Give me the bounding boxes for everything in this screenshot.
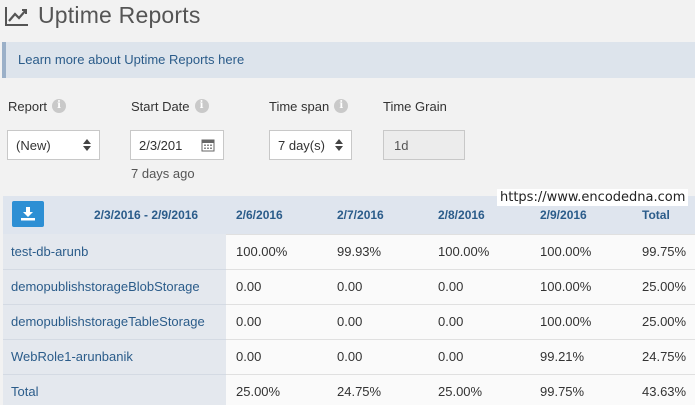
- report-select[interactable]: (New): [7, 130, 100, 160]
- row-name[interactable]: demopublishstorageBlobStorage: [11, 279, 200, 294]
- time-grain-filter: Time Grain: [383, 96, 447, 116]
- page-header: Uptime Reports: [0, 0, 695, 40]
- report-select-value: (New): [16, 138, 51, 153]
- table-cell: 25.00%: [642, 314, 687, 329]
- table-cell: 24.75%: [642, 349, 687, 364]
- time-span-select[interactable]: 7 day(s): [269, 130, 352, 160]
- page-title: Uptime Reports: [38, 2, 201, 28]
- info-icon[interactable]: i: [52, 99, 67, 113]
- table-cell: 99.75%: [642, 244, 687, 259]
- table-row: demopublishstorageBlobStorage 0.00 0.00 …: [3, 269, 695, 304]
- table-row: demopublishstorageTableStorage 0.00 0.00…: [3, 304, 695, 339]
- table-cell: 0.00: [236, 279, 262, 294]
- table-cell: 24.75%: [337, 384, 382, 399]
- start-date-filter: Start Date i: [131, 96, 209, 116]
- start-date-label: Start Date: [131, 98, 190, 114]
- table-cell: 25.00%: [642, 279, 687, 294]
- table-header: 2/3/2016 - 2/9/2016 2/6/2016 2/7/2016 2/…: [3, 189, 695, 234]
- table-cell: 100.00%: [540, 244, 592, 259]
- table-row: WebRole1-arunbanik 0.00 0.00 0.00 99.21%…: [3, 339, 695, 374]
- table-cell: 0.00: [438, 279, 464, 294]
- row-name[interactable]: WebRole1-arunbanik: [11, 349, 133, 364]
- time-grain-field: 1d: [383, 130, 465, 160]
- select-arrows-icon: [335, 139, 343, 151]
- column-header[interactable]: 2/7/2016: [337, 208, 384, 222]
- learn-more-link[interactable]: Learn more about Uptime Reports here: [18, 52, 244, 67]
- column-header[interactable]: 2/6/2016: [236, 208, 283, 222]
- report-filter: Report i: [8, 96, 67, 116]
- column-header[interactable]: 2/9/2016: [540, 208, 587, 222]
- column-header[interactable]: 2/8/2016: [438, 208, 485, 222]
- table-cell: 99.93%: [337, 244, 382, 259]
- date-range-header: 2/3/2016 - 2/9/2016: [94, 208, 199, 222]
- column-header[interactable]: Total: [642, 208, 670, 222]
- report-label: Report: [8, 98, 48, 114]
- uptime-table: 2/3/2016 - 2/9/2016 2/6/2016 2/7/2016 2/…: [3, 189, 695, 405]
- table-cell: 99.21%: [540, 349, 585, 364]
- line-chart-icon: [5, 7, 28, 26]
- time-grain-label: Time Grain: [383, 98, 447, 114]
- table-cell: 100.00%: [540, 279, 592, 294]
- start-date-hint: 7 days ago: [131, 166, 195, 181]
- table-cell: 0.00: [337, 314, 363, 329]
- table-cell: 43.63%: [642, 384, 687, 399]
- table-row-total: Total 25.00% 24.75% 25.00% 99.75% 43.63%: [3, 374, 695, 405]
- table-cell: 99.75%: [540, 384, 585, 399]
- table-cell: 0.00: [337, 279, 363, 294]
- table-cell: 0.00: [438, 349, 464, 364]
- report-filters: Report i (New) Start Date i 2/3/201 7 days…: [0, 96, 695, 192]
- time-span-label: Time span: [269, 98, 330, 114]
- select-arrows-icon: [83, 139, 91, 151]
- table-cell: 0.00: [337, 349, 363, 364]
- table-cell: 100.00%: [540, 314, 592, 329]
- table-cell: 100.00%: [438, 244, 490, 259]
- calendar-icon[interactable]: [201, 138, 215, 152]
- table-row: test-db-arunb 100.00% 99.93% 100.00% 100…: [3, 234, 695, 269]
- table-cell: 100.00%: [236, 244, 288, 259]
- info-banner: Learn more about Uptime Reports here: [2, 42, 695, 78]
- watermark-url: https://www.encodedna.com: [497, 189, 689, 206]
- download-icon: [21, 207, 35, 221]
- table-cell: 25.00%: [438, 384, 483, 399]
- time-grain-value: 1d: [394, 138, 409, 153]
- row-name[interactable]: demopublishstorageTableStorage: [11, 314, 205, 329]
- info-icon[interactable]: i: [334, 99, 349, 113]
- table-cell: 25.00%: [236, 384, 281, 399]
- start-date-value: 2/3/201: [139, 138, 183, 153]
- time-span-value: 7 day(s): [278, 138, 325, 153]
- start-date-input[interactable]: 2/3/201: [130, 130, 224, 160]
- table-cell: 0.00: [438, 314, 464, 329]
- table-cell: 0.00: [236, 349, 262, 364]
- info-icon[interactable]: i: [194, 99, 209, 113]
- table-cell: 0.00: [236, 314, 262, 329]
- row-name[interactable]: test-db-arunb: [11, 244, 88, 259]
- download-button[interactable]: [12, 201, 44, 227]
- time-span-filter: Time span i: [269, 96, 349, 116]
- row-name: Total: [11, 384, 39, 399]
